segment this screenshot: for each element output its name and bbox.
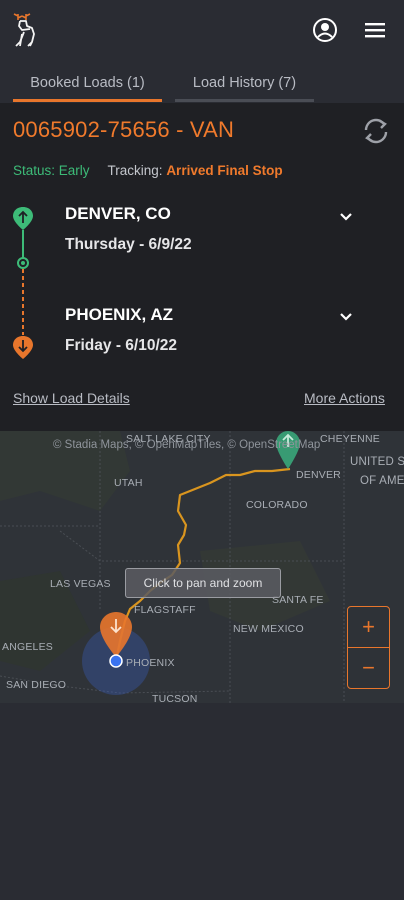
tab-bar: Booked Loads (1) Load History (7) <box>0 64 404 104</box>
app-header <box>0 0 404 62</box>
chevron-down-icon[interactable] <box>338 309 354 325</box>
status-row: Status: Early Tracking: Arrived Final Sto… <box>13 163 283 178</box>
map-label-denver: DENVER <box>296 469 341 481</box>
deer-logo-icon[interactable] <box>10 12 38 48</box>
map-label-new-mexico: NEW MEXICO <box>233 623 304 635</box>
page-footer-blank <box>0 703 404 900</box>
load-title: 0065902-75656 - VAN <box>13 117 235 142</box>
stop-dropoff[interactable]: PHOENIX, AZ Friday - 6/10/22 <box>65 305 365 355</box>
show-load-details-link[interactable]: Show Load Details <box>13 390 130 406</box>
refresh-icon[interactable] <box>360 115 392 147</box>
current-location-dot <box>109 654 123 668</box>
zoom-in-button[interactable]: + <box>347 606 390 648</box>
map-label-of-america: OF AME <box>360 475 404 487</box>
map-label-las-vegas: LAS VEGAS <box>50 578 111 590</box>
tracking-value: Arrived Final Stop <box>166 163 283 178</box>
map-label-phoenix: PHOENIX <box>126 657 175 669</box>
route-map[interactable]: © Stadia Maps, © OpenMapTiles, © OpenStr… <box>0 431 404 703</box>
load-card: 0065902-75656 - VAN Status: Early Trackin… <box>0 103 404 431</box>
hamburger-menu-icon[interactable] <box>362 18 388 42</box>
tab-load-history[interactable]: Load History (7) <box>175 64 314 102</box>
map-label-utah: UTAH <box>114 477 143 489</box>
map-background <box>0 431 404 703</box>
more-actions-link[interactable]: More Actions <box>304 390 385 406</box>
pan-zoom-hint[interactable]: Click to pan and zoom <box>125 568 281 598</box>
status-text: Status: Early <box>13 163 90 178</box>
tracking-label: Tracking: <box>107 163 163 178</box>
map-label-san-diego: SAN DIEGO <box>6 679 67 691</box>
zoom-out-button[interactable]: − <box>347 647 390 689</box>
map-label-tucson: TUCSON <box>152 693 198 703</box>
map-label-angeles: ANGELES <box>2 641 54 653</box>
chevron-down-icon[interactable] <box>338 209 354 225</box>
map-label-cheyenne: CHEYENNE <box>320 433 380 445</box>
stop-city: DENVER, CO <box>65 204 171 223</box>
stop-pickup[interactable]: DENVER, CO Thursday - 6/9/22 <box>65 204 365 254</box>
map-label-salt-lake: SALT LAKE CITY <box>126 433 211 445</box>
tab-booked-loads[interactable]: Booked Loads (1) <box>13 64 162 102</box>
stop-date: Thursday - 6/9/22 <box>65 236 192 253</box>
map-label-colorado: COLORADO <box>246 499 308 511</box>
user-circle-icon[interactable] <box>312 17 338 43</box>
stop-date: Friday - 6/10/22 <box>65 337 178 354</box>
route-timeline <box>13 207 33 359</box>
stop-city: PHOENIX, AZ <box>65 305 173 324</box>
map-label-united-states: UNITED S <box>350 456 404 468</box>
map-label-flagstaff: FLAGSTAFF <box>134 604 196 616</box>
